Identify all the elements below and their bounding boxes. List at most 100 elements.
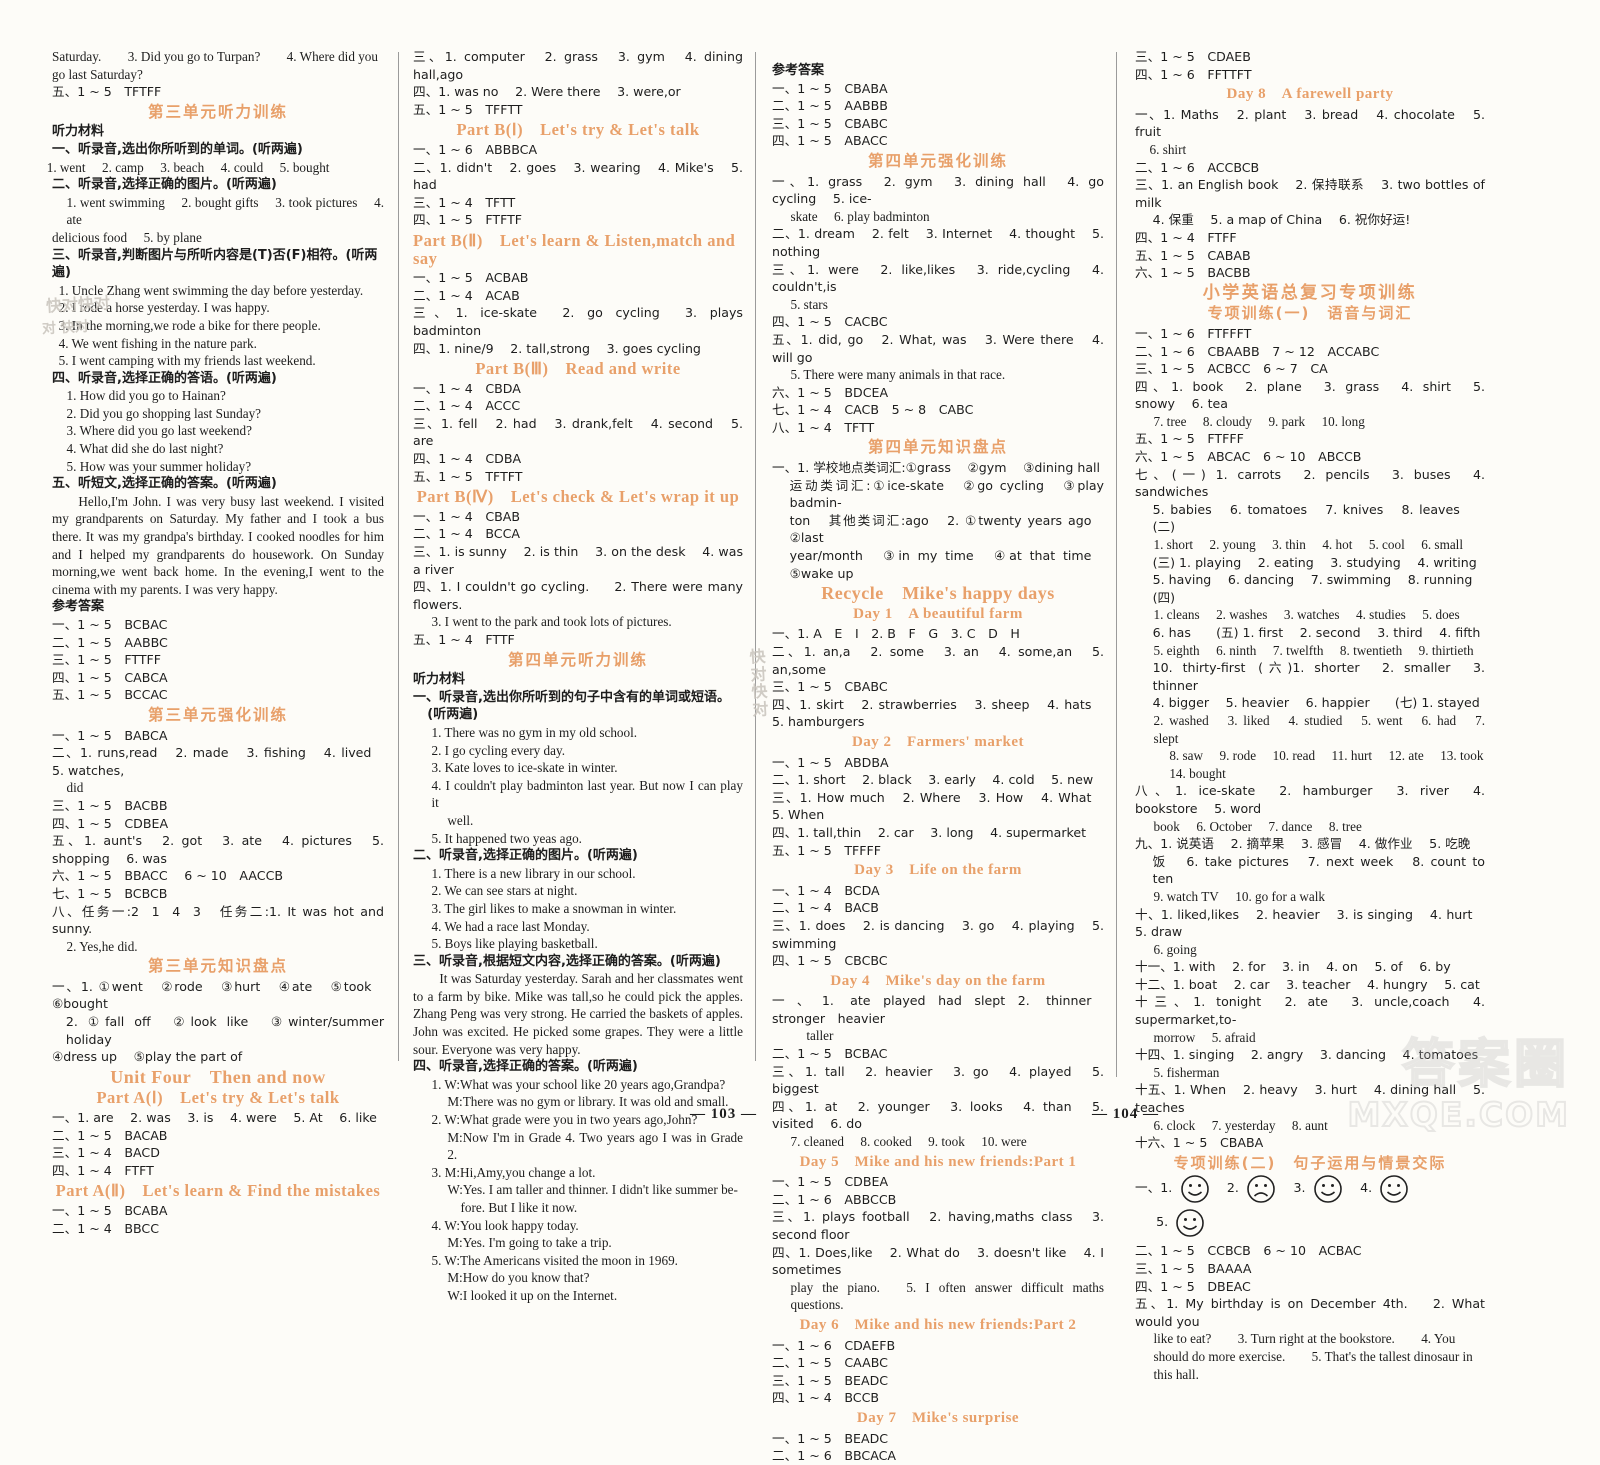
col1-answer-1: 一、1 ~ 5 BCBAC	[52, 617, 168, 632]
col4-s1-2: 二、1 ~ 6 CBAABB 7 ~ 12 ACCABC	[1135, 343, 1380, 359]
column-3: 参考答案 一、1 ~ 5 CBABA 二、1 ~ 5 AABBB 三、1 ~ 5…	[756, 48, 1116, 1463]
heading-special-2: 专项训练(二) 句子运用与情景交际	[1173, 1153, 1447, 1172]
col4-s1-11: (三) 1. playing 2. eating 3. studying 4. …	[1152, 554, 1477, 570]
col3-day2-5: 五、1 ~ 5 TFFFF	[772, 842, 882, 858]
col4-s1-17: 4. bigger 5. heavier 6. happier (七) 1. s…	[1152, 695, 1480, 711]
col3-day3-2: 二、1 ~ 4 BACB	[772, 900, 879, 916]
col1-answer-2: 二、1 ~ 5 AABBC	[52, 634, 168, 650]
col3-review-4: year/month ③in my time ④at that time ⑤wa…	[789, 548, 1104, 581]
col1-top-line-1: Saturday. 3. Did you go to Turpan? 4. Wh…	[52, 49, 378, 64]
col2-material-label: 听力材料	[413, 672, 466, 688]
col2-sec1-item-1: 1. There was no gym in my old school.	[431, 724, 638, 740]
col4-s2-2: 三、1 ~ 5 BAAAA	[1135, 1261, 1252, 1276]
col2-sec1-item-3: 3. Kate loves to ice-skate in winter.	[431, 760, 618, 776]
heading-part-a2: Part A(Ⅱ) Let's learn & Find the mistake…	[55, 1181, 381, 1201]
face-label-prefix: 一、1.	[1135, 1180, 1173, 1196]
col1-answer-3: 三、1 ~ 5 FTTFF	[52, 652, 162, 668]
col4-s1-23: 九、1. 说英语 2. 摘苹果 3. 感冒 4. 做作业 5. 吃晚	[1135, 836, 1471, 852]
col1-sec5-title: 五、听短文,选择正确的答案。(听两遍)	[52, 476, 277, 492]
face-num-5: 5.	[1156, 1214, 1169, 1230]
col2-sec4-item-4: 4. W:You look happy today.	[431, 1217, 579, 1233]
col3-day5-4b: play the piano. 5. I often answer diffic…	[790, 1279, 1104, 1313]
col4-s1-5: 7. tree 8. cloudy 9. park 10. long	[1153, 413, 1365, 429]
col2-sec4-item-3: 3. M:Hi,Amy,you change a lot.	[431, 1164, 596, 1180]
col4-day8-1b: 6. shirt	[1149, 141, 1187, 157]
col3-day5-1: 一、1 ~ 5 CDBEA	[772, 1174, 889, 1190]
col2-sec4-item-3c: fore. But I like it now.	[460, 1200, 578, 1215]
col2-partB3-3: 三、1. fell 2. had 3. drank,felt 4. second…	[413, 415, 743, 449]
smiley-face-icon-5	[1175, 1208, 1205, 1238]
heading-recycle: Recycle Mike's happy days	[821, 583, 1055, 604]
heading-part-b3: Part B(Ⅲ) Read and write	[475, 359, 681, 379]
col1-top-line-3: 五、1 ~ 5 TFTFF	[52, 84, 162, 100]
col1-sec2-title: 二、听录音,选择正确的图片。(听两遍)	[52, 177, 277, 193]
col4-s1-1: 一、1 ~ 6 FTFFFT	[1135, 325, 1252, 341]
col4-s1-28: 十一、1. with 2. for 3. in 4. on 5. of 6. b…	[1135, 959, 1451, 975]
col2-sec1-title-b: (听两遍)	[427, 707, 479, 723]
col2-partB2-1: 一、1 ~ 5 ACBAB	[413, 270, 529, 286]
page-number-left: — 103 —	[690, 1106, 757, 1122]
col3-review-2: 运动类词汇:①ice-skate ②go cycling ③play badmi…	[789, 477, 1104, 511]
col2-top-2: 四、1. was no 2. Were there 3. were,or	[413, 84, 681, 100]
col1-material-label: 听力材料	[52, 124, 105, 140]
col2-sec4-item-5: 5. W:The Americans visited the moon in 1…	[431, 1252, 678, 1268]
col1-sec4-item-3: 3. Where did you go last weekend?	[66, 423, 252, 439]
col3-day7-2: 二、1 ~ 6 BBCACA	[772, 1448, 897, 1464]
heading-unit4-listening: 第四单元听力训练	[507, 650, 648, 669]
col4-s1-25: 9. watch TV 10. go for a walk	[1153, 888, 1325, 904]
heading-final-review-sub: 专项训练(一) 语音与词汇	[1207, 304, 1413, 323]
col3-review-1: 一、1. 学校地点类词汇:①grass ②gym ③dining hall	[772, 460, 1101, 476]
col2-sec2-item-1: 1. There is a new library in our school.	[431, 865, 636, 881]
col4-s2-4: 五、1. My birthday is on December 4th. 2. …	[1135, 1296, 1485, 1329]
col2-sec4-item-5c: W:I looked it up on the Internet.	[447, 1287, 618, 1303]
col4-s1-21: 八、1. ice-skate 2. hamburger 3. river 4. …	[1135, 783, 1485, 816]
col4-s1-15: 5. eighth 6. ninth 7. twelfth 8. twentie…	[1153, 642, 1474, 658]
face-num-3: 3.	[1293, 1180, 1306, 1196]
heading-day-2: Day 2 Farmers' market	[851, 733, 1025, 750]
col2-partB4-2: 二、1 ~ 4 BCCA	[413, 526, 520, 542]
col1-top-line-2: go last Saturday?	[52, 66, 143, 82]
col4-s2-1: 二、1 ~ 5 CCBCB 6 ~ 10 ACBAC	[1135, 1243, 1362, 1259]
col4-s2-7: this hall.	[1153, 1366, 1199, 1382]
col1-partA2-2: 二、1 ~ 4 BBCC	[52, 1220, 160, 1236]
col2-sec1-item-5: 5. It happened two yeas ago.	[431, 830, 582, 846]
col2-sec2-item-2: 2. We can see stars at night.	[431, 883, 578, 899]
heading-part-b4: Part B(Ⅳ) Let's check & Let's wrap it up	[416, 487, 740, 507]
col1-partA1-2: 二、1 ~ 5 BACAB	[52, 1127, 168, 1143]
col3-day5-3: 三、1. plays football 2. having,maths clas…	[772, 1209, 1104, 1242]
col4-s1-7: 六、1 ~ 5 ABCAC 6 ~ 10 ABCCB	[1135, 449, 1362, 465]
col4-s1-30: 十三、1. tonight 2. ate 3. uncle,coach 4. s…	[1135, 994, 1485, 1028]
col3-day6-3: 三、1 ~ 5 BEADC	[772, 1372, 889, 1388]
col3-drill-2: skate 6. play badminton	[790, 208, 930, 224]
heading-unit3-listening: 第三单元听力训练	[147, 102, 288, 121]
col3-day5-2: 二、1 ~ 6 ABBCCB	[772, 1191, 897, 1207]
heading-part-b1: Part B(Ⅰ) Let's try & Let's talk	[456, 120, 700, 140]
col4-day8-6: 六、1 ~ 5 BACBB	[1135, 265, 1251, 281]
col3-day3-4: 四、1 ~ 5 CBCBC	[772, 953, 888, 969]
col1-sec1-items: 1. went 2. camp 3. beach 4. could 5. bou…	[46, 159, 330, 175]
col1-drill-8: 七、1 ~ 5 BCBCB	[52, 885, 168, 901]
col3-drill-4: 三、1. were 2. like,likes 3. ride,cycling …	[772, 261, 1104, 295]
col2-sec3-title: 三、听录音,根据短文内容,选择正确的答案。(听两遍)	[413, 953, 721, 969]
heading-day-7: Day 7 Mike's surprise	[856, 1409, 1020, 1426]
col3-answer-2: 二、1 ~ 5 AABBB	[772, 98, 888, 114]
col4-s1-29: 十二、1. boat 2. car 3. teacher 4. hungry 5…	[1135, 976, 1480, 992]
col3-day4-4b: 7. cleaned 8. cooked 9. took 10. were	[790, 1134, 1027, 1150]
col1-sec3-item-3: 3. In the morning,we rode a bike for the…	[58, 317, 321, 333]
heading-unit4-review: 第四单元知识盘点	[867, 438, 1008, 457]
col4-s1-19: 8. saw 9. rode 10. read 11. hurt 12. ate…	[1169, 748, 1484, 764]
col4-s1-3: 三、1 ~ 5 ACBCC 6 ~ 7 CA	[1135, 361, 1328, 377]
col2-sec4-item-3b: W:Yes. I am taller and thinner. I didn't…	[447, 1182, 738, 1198]
col3-drill-9: 六、1 ~ 5 BDCEA	[772, 384, 889, 400]
scan-ghost-text-1: 快对快对	[45, 293, 111, 316]
col3-day5-4: 四、1. Does,like 2. What do 3. doesn't lik…	[772, 1244, 1104, 1278]
col3-day4-3: 三、1. tall 2. heavier 3. go 4. played 5. …	[772, 1063, 1104, 1097]
col2-partB2-3: 三、1. ice-skate 2. go cycling 3. plays ba…	[413, 305, 743, 338]
col4-s1-20: 14. bought	[1169, 765, 1226, 781]
col3-day6-4: 四、1 ~ 4 BCCB	[772, 1390, 880, 1406]
col3-day4-4: 四、1. at 2. younger 3. looks 4. than 5. v…	[772, 1098, 1104, 1132]
col4-s1-27: 6. going	[1153, 941, 1197, 957]
frowny-face-icon-2	[1246, 1174, 1276, 1204]
scan-ghost-text-2: 对 快对	[41, 318, 90, 338]
col4-s1-9: 5. babies 6. tomatoes 7. knives 8. leave…	[1152, 501, 1485, 535]
